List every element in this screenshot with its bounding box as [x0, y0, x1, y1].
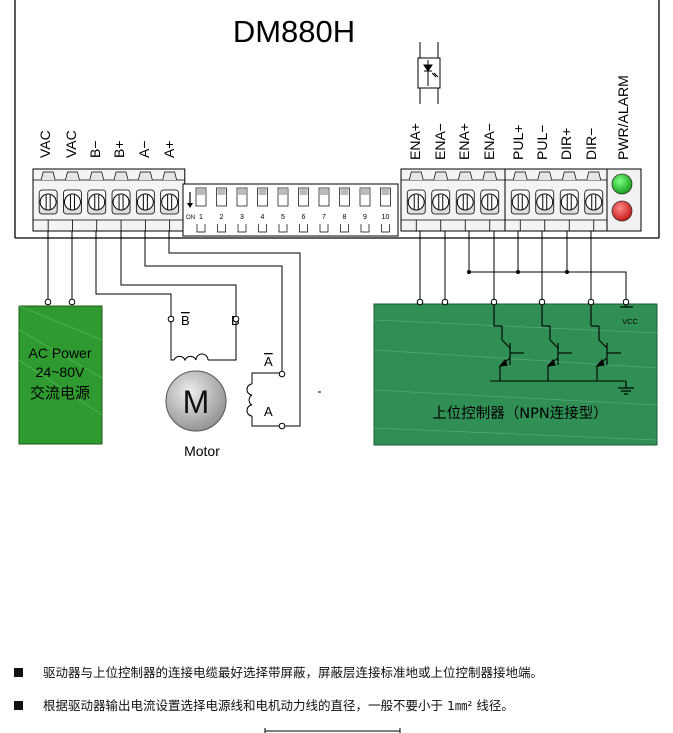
power-motor-screw-4-icon — [112, 193, 130, 211]
signal-screw-4-icon — [585, 193, 603, 211]
dip-number: 7 — [322, 214, 326, 221]
ac-power-line2: 24~80V — [36, 364, 85, 380]
dip-on-label: ON — [186, 215, 195, 221]
vcc-label: VCC — [622, 317, 638, 326]
wiring-diagram: DM880H VAC VAC B− B+ A− A+ ENA+ ENA− ENA… — [14, 0, 660, 733]
enable-screw-4-icon — [481, 193, 499, 211]
terminal-block-enable — [400, 168, 506, 232]
dip-number: 2 — [220, 214, 224, 221]
bullet-icon — [14, 668, 23, 677]
power-box-terminal-dots — [44, 298, 76, 306]
dip-number: 4 — [261, 214, 265, 221]
enable-screw-2-icon — [432, 193, 450, 211]
dip-number: 1 — [199, 214, 203, 221]
terminal-label-ena-plus-2: ENA+ — [456, 123, 472, 160]
bullet-icon — [14, 701, 23, 710]
dip-switch: ON 1 2 3 4 5 6 7 8 9 10 — [182, 183, 399, 237]
dip-number: 5 — [281, 214, 285, 221]
power-motor-screw-3-icon — [88, 193, 106, 211]
dip-number: 9 — [363, 214, 367, 221]
enable-screw-3-icon — [456, 193, 474, 211]
terminal-label-dir-plus: DIR+ — [558, 128, 574, 160]
note-2: 根据驱动器输出电流设置选择电源线和电机动力线的直径，一般不要小于 1㎜² 线径。 — [14, 695, 514, 714]
terminal-labels: VAC VAC B− B+ A− A+ ENA+ ENA− ENA+ ENA− … — [37, 75, 631, 160]
coil-a-bar-label: A — [264, 354, 273, 369]
dip-number: 3 — [240, 214, 244, 221]
ac-power-line3: 交流电源 — [30, 384, 90, 402]
terminal-label-pul-plus: PUL+ — [510, 125, 526, 160]
note-1-text: 驱动器与上位控制器的连接电缆最好选择带屏蔽，屏蔽层连接标准地或上位控制器接地端。 — [43, 665, 544, 680]
terminal-label-vac-2: VAC — [63, 130, 79, 158]
power-motor-screw-6-icon — [161, 193, 179, 211]
controller-box: 上位控制器（NPN连接型） VCC — [373, 303, 658, 446]
dip-number: 8 — [343, 214, 347, 221]
terminal-block-signal — [504, 168, 610, 232]
power-led-icon — [611, 173, 633, 195]
note-1: 驱动器与上位控制器的连接电缆最好选择带屏蔽，屏蔽层连接标准地或上位控制器接地端。 — [14, 662, 543, 681]
controller-label: 上位控制器（NPN连接型） — [432, 405, 607, 422]
terminal-label-ena-plus-1: ENA+ — [407, 123, 423, 160]
terminal-label-pul-minus: PUL− — [534, 125, 550, 160]
signal-screw-1-icon — [511, 193, 529, 211]
motor-letter: M — [183, 384, 210, 420]
terminal-label-b-plus: B+ — [111, 140, 127, 158]
ac-power-box: AC Power 24~80V 交流电源 — [18, 305, 103, 445]
signal-screw-2-icon — [536, 193, 554, 211]
terminal-label-ena-minus-2: ENA− — [481, 123, 497, 160]
ac-power-line1: AC Power — [28, 345, 91, 361]
signal-screw-3-icon — [560, 193, 578, 211]
motor: M Motor B B A A — [165, 313, 273, 459]
note-2-text: 根据驱动器输出电流设置选择电源线和电机动力线的直径，一般不要小于 1㎜² 线径。 — [43, 698, 514, 713]
bottom-cut-graphic — [264, 728, 401, 733]
enable-screw-1-icon — [407, 193, 425, 211]
dip-number: 6 — [302, 214, 306, 221]
power-motor-screw-1-icon — [39, 193, 57, 211]
terminal-label-b-minus: B− — [87, 140, 103, 158]
model-title: DM880H — [233, 14, 355, 49]
terminal-label-dir-minus: DIR− — [583, 128, 599, 160]
coil-a-label: A — [264, 404, 273, 419]
coil-b-bar-label: B — [181, 313, 190, 328]
dip-number: 10 — [382, 214, 390, 221]
power-motor-screw-5-icon — [136, 193, 154, 211]
optocoupler-icon — [417, 42, 441, 104]
terminal-label-vac-1: VAC — [37, 130, 53, 158]
motor-label: Motor — [184, 443, 220, 459]
terminal-label-a-minus: A− — [136, 140, 152, 158]
terminal-block-power-motor — [32, 168, 186, 232]
power-motor-screw-2-icon — [63, 193, 81, 211]
status-label: PWR/ALARM — [615, 75, 631, 160]
status-led-panel — [606, 168, 642, 232]
alarm-led-icon — [611, 200, 633, 222]
terminal-label-a-plus: A+ — [161, 140, 177, 158]
terminal-label-ena-minus-1: ENA− — [432, 123, 448, 160]
